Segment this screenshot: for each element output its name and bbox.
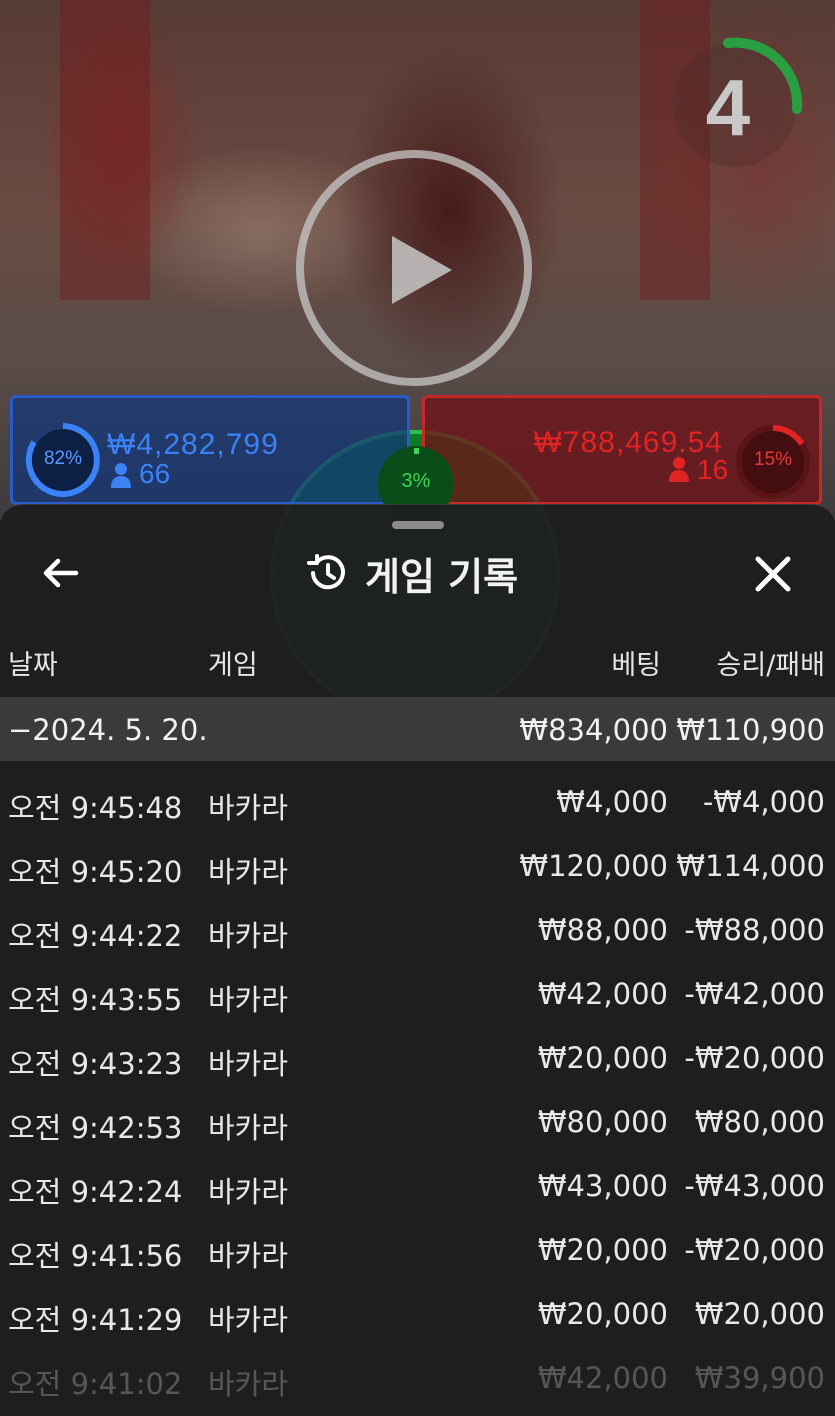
row-winloss: -₩4,000 — [702, 785, 825, 819]
row-game: 바카라 — [208, 1367, 289, 1401]
history-row[interactable]: 오전 9:41:56 바카라 ₩20,000 -₩20,000 — [0, 1215, 835, 1279]
player-bet-spot[interactable]: 82% ₩4,282,799 66 — [10, 395, 410, 505]
row-time: 오전 9:45:48 — [8, 791, 183, 825]
row-time: 오전 9:42:24 — [8, 1175, 183, 1209]
history-row[interactable]: 오전 9:41:29 바카라 ₩20,000 ₩20,000 — [0, 1279, 835, 1343]
close-button[interactable] — [748, 549, 798, 599]
banker-bet-spot[interactable]: ₩788,469.54 16 15% — [422, 395, 822, 505]
row-time: 오전 9:44:22 — [8, 919, 183, 953]
close-icon — [755, 556, 791, 592]
history-row[interactable]: 오전 9:42:24 바카라 ₩43,000 -₩43,000 — [0, 1151, 835, 1215]
row-game: 바카라 — [208, 1047, 289, 1081]
column-header-date: 날짜 — [8, 650, 58, 681]
history-row[interactable]: 오전 9:45:48 바카라 ₩4,000 -₩4,000 — [0, 767, 835, 831]
row-winloss: ₩80,000 — [694, 1105, 825, 1139]
tie-percent-tick — [414, 448, 419, 454]
row-winloss: ₩20,000 — [694, 1297, 825, 1331]
game-history-sheet: 게임 기록 날짜 게임 베팅 승리/패배 −2024. 5. 20. ₩834,… — [0, 504, 835, 1416]
row-winloss: ₩39,900 — [694, 1361, 825, 1395]
history-row[interactable]: 오전 9:42:53 바카라 ₩80,000 ₩80,000 — [0, 1087, 835, 1151]
background-pillar — [60, 0, 150, 300]
date-group-winloss-total: ₩110,900 — [676, 713, 825, 747]
row-game: 바카라 — [208, 919, 289, 953]
banker-bet-amount: ₩788,469.54 — [533, 426, 723, 459]
row-bet: ₩20,000 — [537, 1041, 668, 1075]
row-winloss: ₩114,000 — [676, 849, 825, 883]
person-icon — [111, 463, 131, 488]
row-game: 바카라 — [208, 1239, 289, 1273]
row-bet: ₩4,000 — [556, 785, 668, 819]
row-bet: ₩42,000 — [537, 977, 668, 1011]
row-time: 오전 9:42:53 — [8, 1111, 183, 1145]
column-header-game: 게임 — [208, 650, 258, 681]
app-root: 4 82% ₩4,282,799 66 ₩788,469.54 16 15% 3… — [0, 0, 835, 1416]
row-game: 바카라 — [208, 855, 289, 889]
row-winloss: -₩20,000 — [684, 1233, 825, 1267]
sheet-drag-handle[interactable] — [392, 521, 444, 529]
arrow-left-icon — [43, 558, 79, 588]
row-game: 바카라 — [208, 1175, 289, 1209]
row-bet: ₩43,000 — [537, 1169, 668, 1203]
banker-percent: 15% — [753, 449, 793, 470]
row-time: 오전 9:43:55 — [8, 983, 183, 1017]
row-winloss: -₩42,000 — [684, 977, 825, 1011]
tie-percent: 3% — [401, 470, 431, 492]
back-button[interactable] — [36, 551, 88, 595]
row-time: 오전 9:41:02 — [8, 1367, 183, 1401]
row-bet: ₩120,000 — [519, 849, 668, 883]
row-game: 바카라 — [208, 1111, 289, 1145]
column-header-bet: 베팅 — [611, 650, 661, 681]
row-time: 오전 9:41:29 — [8, 1303, 183, 1337]
row-game: 바카라 — [208, 791, 289, 825]
row-winloss: -₩88,000 — [684, 913, 825, 947]
date-group-label: −2024. 5. 20. — [8, 713, 208, 747]
date-group-row[interactable]: −2024. 5. 20. ₩834,000 ₩110,900 — [0, 697, 835, 761]
person-icon — [669, 457, 689, 482]
history-row[interactable]: 오전 9:43:55 바카라 ₩42,000 -₩42,000 — [0, 959, 835, 1023]
row-bet: ₩88,000 — [537, 913, 668, 947]
row-bet: ₩20,000 — [537, 1297, 668, 1331]
history-row[interactable]: 오전 9:44:22 바카라 ₩88,000 -₩88,000 — [0, 895, 835, 959]
row-time: 오전 9:41:56 — [8, 1239, 183, 1273]
sheet-title: 게임 기록 — [365, 554, 519, 599]
column-header-winloss: 승리/패배 — [716, 650, 825, 681]
sheet-header: 게임 기록 — [305, 545, 518, 601]
row-time: 오전 9:43:23 — [8, 1047, 183, 1081]
history-icon — [307, 554, 345, 590]
player-percent: 82% — [43, 448, 83, 469]
history-row[interactable]: 오전 9:43:23 바카라 ₩20,000 -₩20,000 — [0, 1023, 835, 1087]
row-winloss: -₩20,000 — [684, 1041, 825, 1075]
date-group-bet-total: ₩834,000 — [519, 713, 668, 747]
player-bettor-count: 66 — [139, 458, 171, 489]
row-time: 오전 9:45:20 — [8, 855, 183, 889]
history-row[interactable]: 오전 9:41:02 바카라 ₩42,000 ₩39,900 — [0, 1343, 835, 1407]
row-bet: ₩42,000 — [537, 1361, 668, 1395]
player-bet-amount: ₩4,282,799 — [107, 428, 279, 461]
row-bet: ₩80,000 — [537, 1105, 668, 1139]
row-game: 바카라 — [208, 1303, 289, 1337]
history-row[interactable]: 오전 9:45:20 바카라 ₩120,000 ₩114,000 — [0, 831, 835, 895]
row-bet: ₩20,000 — [537, 1233, 668, 1267]
play-icon[interactable] — [392, 236, 452, 304]
banker-bettor-count: 16 — [697, 454, 729, 485]
countdown-timer: 4 — [705, 63, 751, 152]
row-winloss: -₩43,000 — [684, 1169, 825, 1203]
row-game: 바카라 — [208, 983, 289, 1017]
